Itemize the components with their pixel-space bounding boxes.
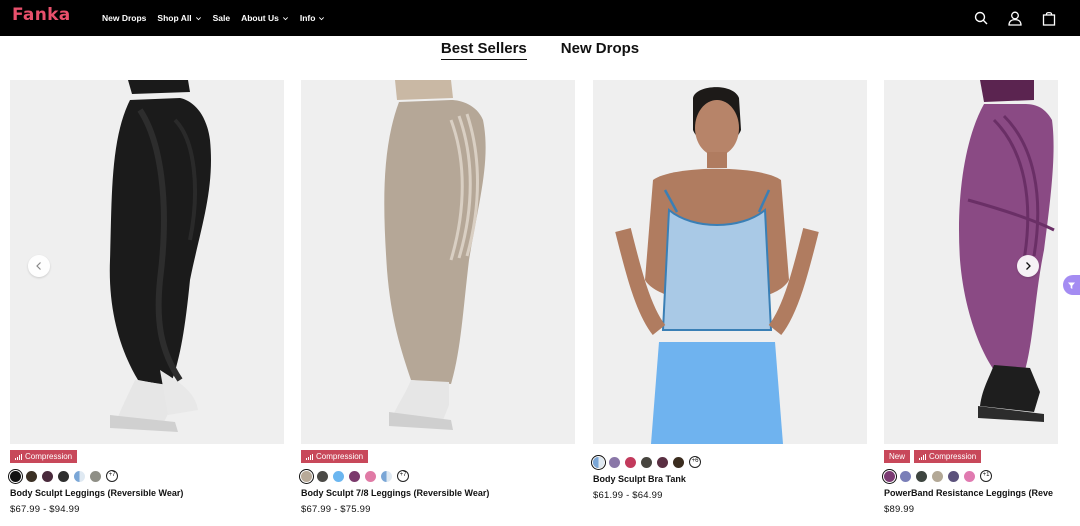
header-icons: [972, 0, 1058, 36]
compression-badge: Compression: [914, 450, 982, 463]
color-swatch[interactable]: [317, 470, 328, 482]
new-badge: New: [884, 450, 911, 463]
signal-icon: [306, 453, 313, 460]
product-price: $67.99 - $94.99: [10, 504, 80, 515]
nav-item-about-us[interactable]: About Us: [241, 13, 289, 23]
badge-label: Compression: [25, 452, 73, 461]
color-swatch[interactable]: [609, 456, 620, 468]
product-image[interactable]: [593, 80, 867, 444]
chevron-right-icon: [1026, 262, 1031, 270]
color-swatch[interactable]: [900, 470, 911, 482]
badge-label: Compression: [929, 452, 977, 461]
badge-label: Compression: [316, 452, 364, 461]
nav-item-info[interactable]: Info: [300, 13, 326, 23]
nav-item-label: Shop All: [157, 13, 192, 23]
color-swatch[interactable]: [916, 470, 927, 482]
more-colors-button[interactable]: +1: [980, 470, 992, 482]
carousel-next-button[interactable]: [1017, 255, 1039, 277]
bag-icon[interactable]: [1040, 9, 1058, 27]
more-colors-button[interactable]: +6: [689, 456, 701, 468]
color-swatch[interactable]: [74, 470, 85, 482]
color-swatch[interactable]: [381, 470, 392, 482]
color-swatch[interactable]: [349, 470, 360, 482]
product-badges: Compression: [301, 450, 369, 463]
nav-item-label: Sale: [212, 13, 231, 23]
more-colors-button[interactable]: +7: [397, 470, 409, 482]
color-swatch[interactable]: [90, 470, 101, 482]
color-swatch[interactable]: [333, 470, 344, 482]
carousel-prev-button[interactable]: [28, 255, 50, 277]
product-image[interactable]: [10, 80, 284, 444]
floating-widget-button[interactable]: [1063, 275, 1080, 295]
color-swatches: +1: [884, 470, 992, 482]
top-navigation-bar: Fanka New Drops Shop All Sale About Us I…: [0, 0, 1080, 36]
chevron-left-icon: [36, 262, 41, 270]
product-card[interactable]: New Compression +1 PowerBand Resistance …: [884, 80, 1080, 526]
product-price: $89.99: [884, 504, 915, 515]
tab-new-drops[interactable]: New Drops: [561, 40, 639, 60]
filter-icon: [1068, 282, 1075, 289]
product-name[interactable]: Body Sculpt Bra Tank: [593, 474, 867, 484]
compression-badge: Compression: [301, 450, 369, 463]
main-nav: New Drops Shop All Sale About Us Info: [102, 0, 325, 36]
signal-icon: [15, 453, 22, 460]
color-swatch[interactable]: [365, 470, 376, 482]
product-price: $67.99 - $75.99: [301, 504, 371, 515]
chevron-down-icon: [319, 16, 325, 20]
color-swatch[interactable]: [625, 456, 636, 468]
product-price: $61.99 - $64.99: [593, 490, 663, 501]
brand-logo[interactable]: Fanka: [12, 5, 70, 25]
product-badges: New Compression: [884, 450, 982, 463]
color-swatches: +7: [301, 470, 409, 482]
color-swatch[interactable]: [26, 470, 37, 482]
color-swatch[interactable]: [884, 470, 895, 482]
product-name[interactable]: Body Sculpt Leggings (Reversible Wear): [10, 488, 284, 498]
signal-icon: [919, 453, 927, 460]
search-icon[interactable]: [972, 9, 990, 27]
nav-item-new-drops[interactable]: New Drops: [102, 13, 146, 23]
color-swatch[interactable]: [657, 456, 668, 468]
color-swatch[interactable]: [58, 470, 69, 482]
color-swatch[interactable]: [948, 470, 959, 482]
product-name[interactable]: Body Sculpt 7/8 Leggings (Reversible Wea…: [301, 488, 575, 498]
product-name[interactable]: PowerBand Resistance Leggings (Reve: [884, 488, 1080, 498]
color-swatch[interactable]: [301, 470, 312, 482]
compression-badge: Compression: [10, 450, 78, 463]
nav-item-shop-all[interactable]: Shop All: [157, 13, 201, 23]
chevron-down-icon: [195, 16, 201, 20]
color-swatch[interactable]: [964, 470, 975, 482]
product-badges: Compression: [10, 450, 78, 463]
color-swatches: +7: [10, 470, 118, 482]
product-card[interactable]: Compression +7 Body Sculpt 7/8 Leggings …: [301, 80, 575, 526]
product-card[interactable]: +6 Body Sculpt Bra Tank $61.99 - $64.99: [593, 80, 867, 526]
color-swatch[interactable]: [641, 456, 652, 468]
nav-item-label: About Us: [241, 13, 279, 23]
color-swatch[interactable]: [673, 456, 684, 468]
account-icon[interactable]: [1006, 9, 1024, 27]
tab-best-sellers[interactable]: Best Sellers: [440, 40, 527, 60]
more-colors-button[interactable]: +7: [106, 470, 118, 482]
chevron-down-icon: [282, 16, 288, 20]
color-swatch[interactable]: [593, 456, 604, 468]
color-swatch[interactable]: [10, 470, 21, 482]
nav-item-sale[interactable]: Sale: [213, 13, 231, 23]
color-swatches: +6: [593, 456, 701, 468]
nav-item-label: New Drops: [102, 13, 147, 23]
color-swatch[interactable]: [42, 470, 53, 482]
color-swatch[interactable]: [932, 470, 943, 482]
collection-tabs: Best Sellers New Drops: [0, 40, 1080, 60]
nav-item-label: Info: [299, 13, 316, 23]
product-card[interactable]: Compression +7 Body Sculpt Leggings (Rev…: [10, 80, 284, 526]
product-image[interactable]: [301, 80, 575, 444]
